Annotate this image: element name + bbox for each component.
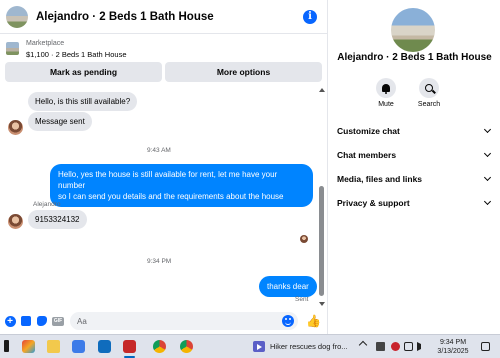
mute-button[interactable]: Mute — [373, 78, 399, 108]
message-list: Hello, is this still available? Message … — [0, 86, 318, 308]
message-timestamp: 9:43 AM — [147, 147, 171, 154]
chat-title[interactable]: Alejandro · 2 Beds 1 Bath House — [36, 11, 214, 23]
news-widget-icon[interactable] — [253, 341, 265, 352]
section-chat-members[interactable]: Chat members — [337, 146, 493, 164]
delivery-status: Sent — [295, 296, 309, 303]
volume-icon[interactable] — [417, 342, 421, 351]
section-label: Privacy & support — [337, 198, 410, 208]
scroll-up-arrow-icon[interactable] — [319, 88, 325, 92]
show-desktop-icon[interactable] — [4, 340, 9, 352]
chevron-down-icon — [483, 125, 492, 134]
tray-app-icon[interactable] — [376, 342, 385, 351]
copilot-icon[interactable] — [22, 340, 35, 353]
incoming-message: Hello, is this still available? — [28, 92, 138, 111]
app-icon[interactable] — [123, 340, 136, 353]
info-icon[interactable]: i — [303, 10, 317, 24]
system-clock[interactable]: 9:34 PM 3/13/2025 — [432, 338, 474, 356]
clock-time: 9:34 PM — [439, 339, 467, 346]
bell-icon — [382, 84, 390, 94]
tray-overflow-icon[interactable] — [358, 340, 368, 350]
section-label: Chat members — [337, 150, 397, 160]
listing-actions: Mark as pending More options — [5, 62, 322, 82]
outgoing-message-line: so I can send you details and the requir… — [58, 192, 284, 201]
scroll-thumb[interactable] — [319, 186, 324, 296]
chat-header: Alejandro · 2 Beds 1 Bath House i — [0, 0, 327, 34]
chrome-profile-icon[interactable] — [180, 340, 193, 353]
news-headline[interactable]: Hiker rescues dog fro... — [270, 342, 348, 351]
chrome-icon[interactable] — [153, 340, 166, 353]
sender-avatar[interactable] — [8, 120, 23, 135]
listing-category: Marketplace — [26, 39, 65, 47]
search-button[interactable]: Search — [416, 78, 442, 108]
listing-thumbnail — [6, 42, 19, 55]
more-options-button[interactable]: More options — [165, 62, 322, 82]
incoming-message: Message sent — [28, 112, 92, 131]
thumbs-up-icon[interactable]: 👍 — [306, 314, 321, 328]
sticker-icon[interactable] — [36, 315, 48, 327]
conversation-avatar[interactable] — [391, 8, 435, 52]
screen: Alejandro · 2 Beds 1 Bath House i Market… — [0, 0, 500, 358]
outgoing-message: Hello, yes the house is still available … — [50, 164, 313, 207]
chevron-down-icon — [483, 149, 492, 158]
outlook-icon[interactable] — [98, 340, 111, 353]
sender-name: Alejandro — [33, 201, 61, 208]
section-label: Media, files and links — [337, 174, 423, 184]
outgoing-message: thanks dear — [259, 276, 317, 297]
sender-avatar[interactable] — [8, 214, 23, 229]
chevron-down-icon — [483, 197, 492, 206]
gif-icon[interactable]: GIF — [52, 315, 64, 327]
clock-date: 3/13/2025 — [437, 348, 469, 355]
store-icon[interactable] — [72, 340, 85, 353]
chat-avatar[interactable] — [6, 5, 28, 28]
file-explorer-icon[interactable] — [47, 340, 60, 353]
incoming-message: 9153324132 — [28, 210, 87, 229]
notification-bell-icon[interactable] — [481, 342, 490, 351]
mute-label: Mute — [378, 101, 394, 108]
section-label: Customize chat — [337, 126, 400, 136]
message-input-placeholder: Aa — [77, 316, 87, 326]
listing-title: $1,100 · 2 Beds 1 Bath House — [26, 49, 127, 59]
taskbar: Hiker rescues dog fro... 9:34 PM 3/13/20… — [0, 334, 500, 358]
conversation-info-panel: Alejandro · 2 Beds 1 Bath House Mute Sea… — [327, 0, 500, 334]
search-icon — [425, 84, 433, 92]
seen-indicator-avatar — [300, 235, 308, 243]
conversation-name: Alejandro · 2 Beds 1 Bath House — [337, 52, 492, 63]
composer: + GIF Aa 👍 — [0, 308, 327, 334]
wifi-icon[interactable] — [404, 342, 413, 351]
section-privacy-support[interactable]: Privacy & support — [337, 194, 493, 212]
tray-antivirus-icon[interactable] — [391, 342, 400, 351]
search-label: Search — [417, 101, 441, 108]
listing-summary[interactable]: Marketplace $1,100 · 2 Beds 1 Bath House — [0, 35, 327, 62]
chevron-down-icon — [483, 173, 492, 182]
scroll-down-arrow-icon[interactable] — [319, 302, 325, 306]
message-timestamp: 9:34 PM — [147, 258, 172, 265]
camera-icon[interactable] — [20, 315, 32, 327]
emoji-icon[interactable] — [282, 315, 294, 327]
section-customize-chat[interactable]: Customize chat — [337, 122, 493, 140]
mark-pending-button[interactable]: Mark as pending — [5, 62, 162, 82]
message-input[interactable]: Aa — [70, 312, 298, 330]
plus-icon[interactable]: + — [4, 315, 16, 327]
panel-actions: Mute Search — [373, 78, 442, 108]
outgoing-message-line: Hello, yes the house is still available … — [58, 170, 278, 190]
message-scrollbar[interactable] — [318, 86, 325, 308]
section-media-files-links[interactable]: Media, files and links — [337, 170, 493, 188]
chat-pane: Alejandro · 2 Beds 1 Bath House i Market… — [0, 0, 327, 334]
